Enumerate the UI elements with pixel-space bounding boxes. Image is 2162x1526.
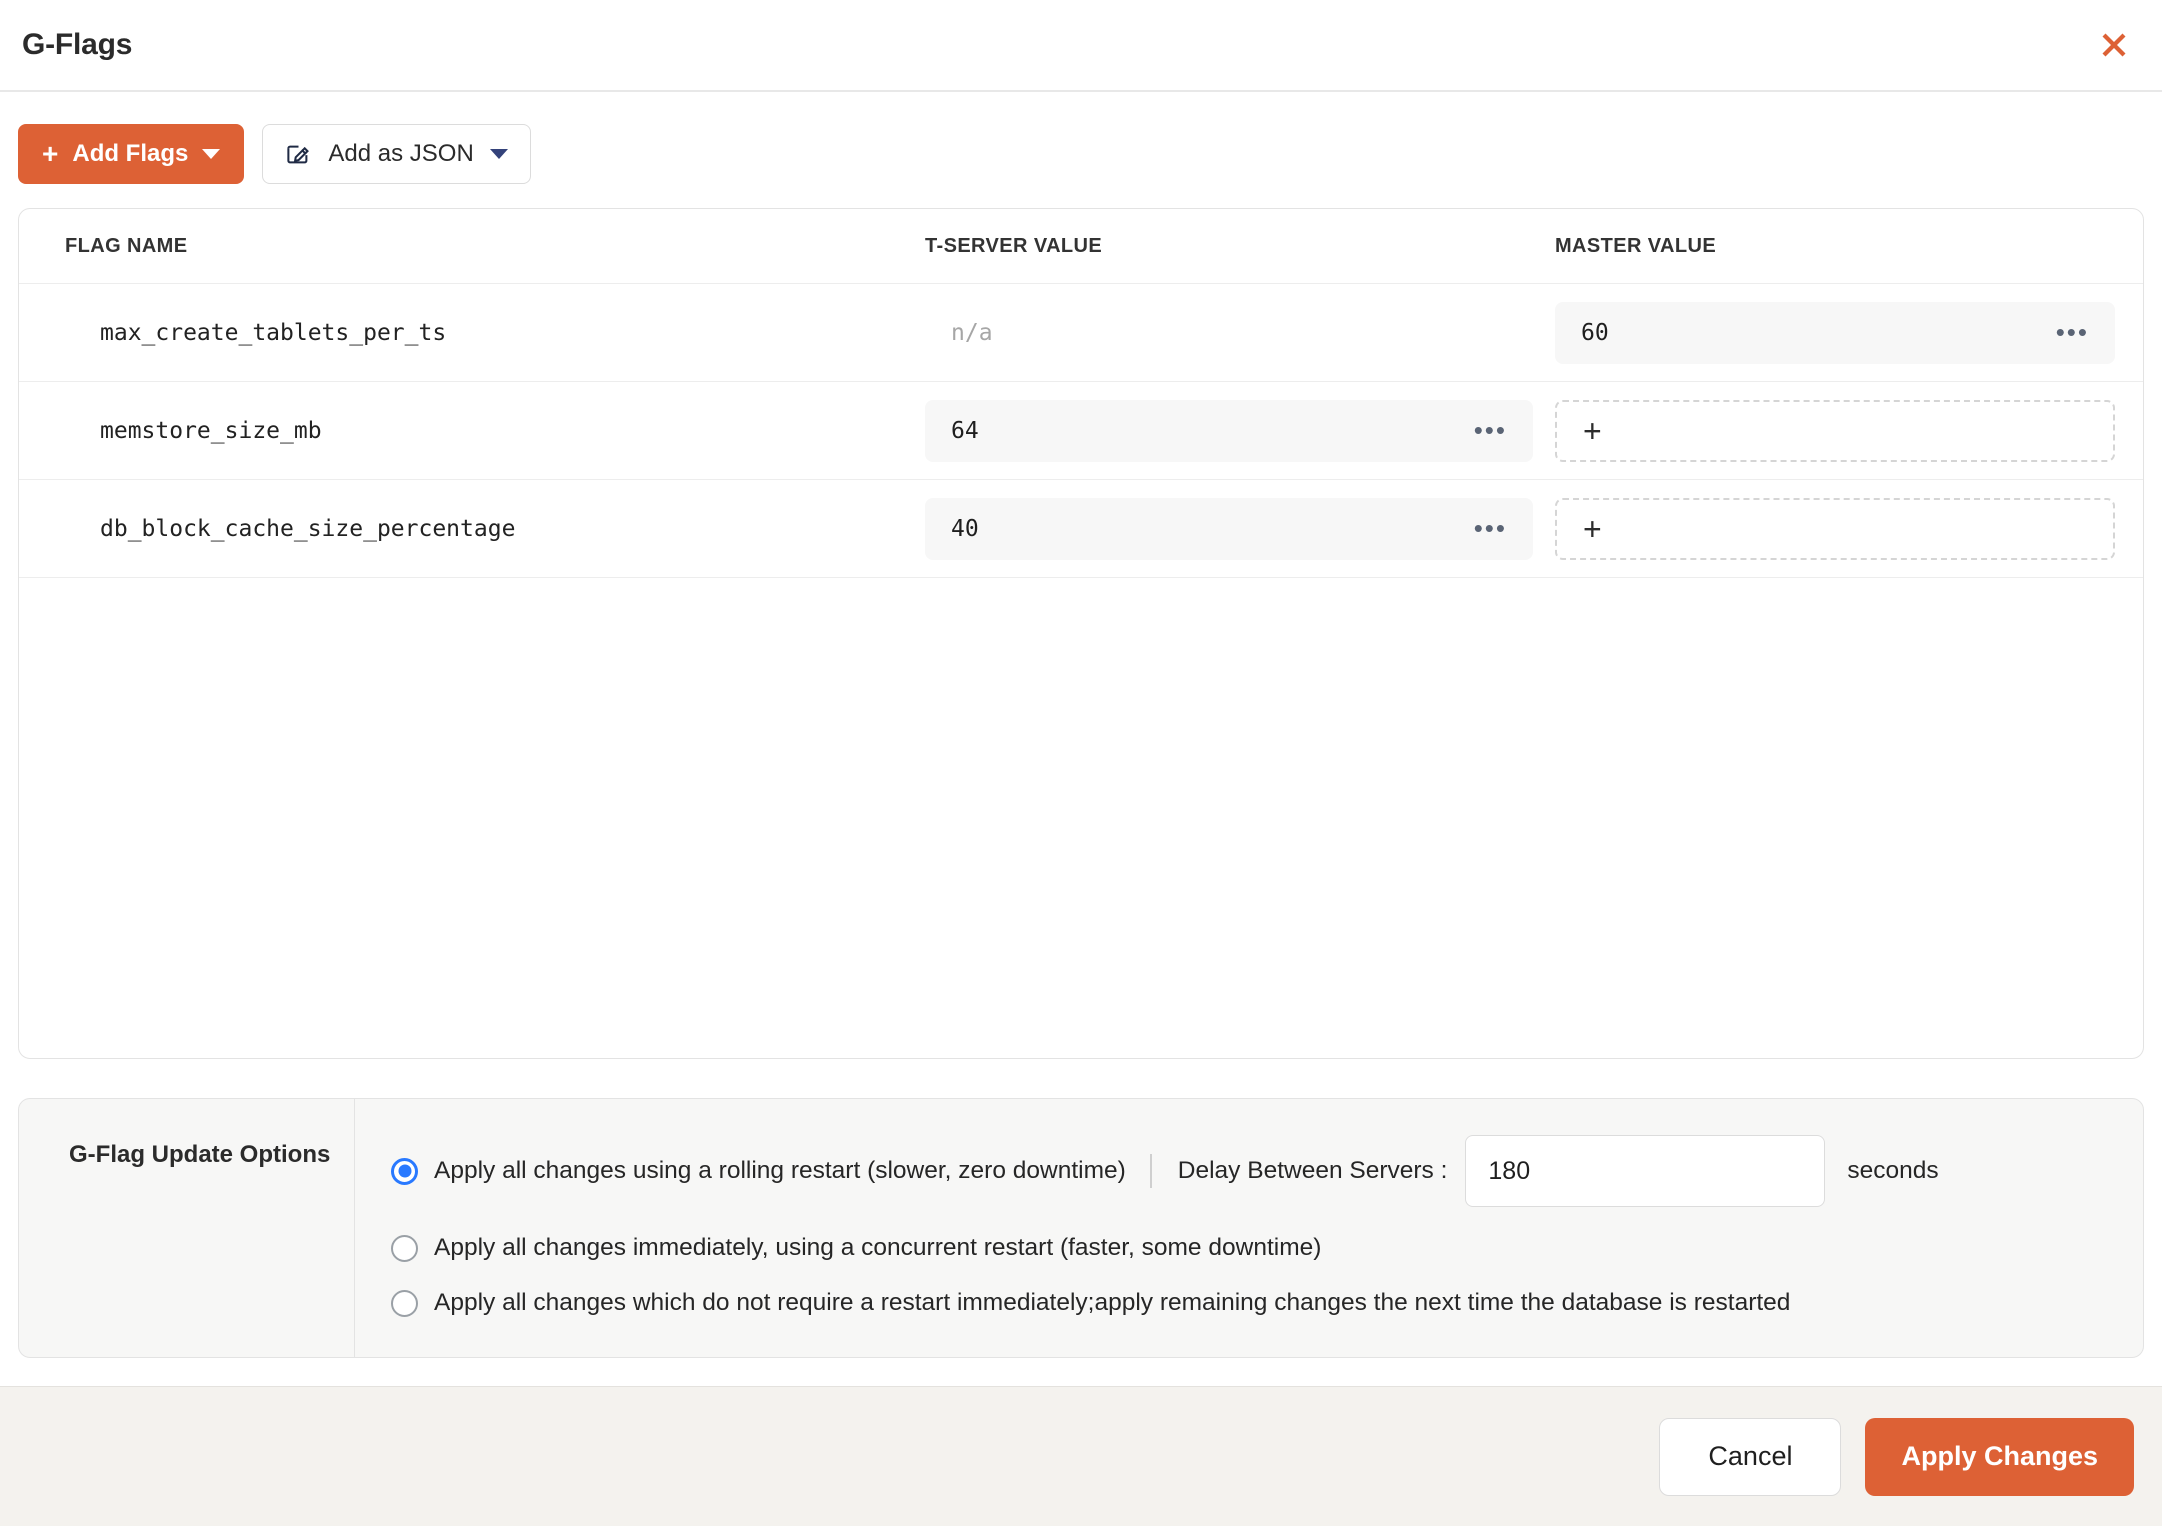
ellipsis-icon[interactable]: •••: [1474, 417, 1507, 442]
apply-changes-button[interactable]: Apply Changes: [1865, 1417, 2134, 1496]
ellipsis-icon[interactable]: •••: [1474, 515, 1507, 540]
ellipsis-icon[interactable]: •••: [2056, 319, 2089, 344]
column-header-master-value: MASTER VALUE: [1555, 234, 1717, 257]
add-as-json-label: Add as JSON: [328, 140, 474, 167]
edit-pencil-icon: [285, 141, 312, 168]
gflags-modal: G-Flags + Add Flags Add as JSON FLAG NAM…: [0, 0, 2162, 1526]
table-row: db_block_cache_size_percentage 40 ••• +: [19, 480, 2143, 578]
cancel-button[interactable]: Cancel: [1659, 1417, 1842, 1496]
tserver-value-na: n/a: [951, 319, 993, 346]
radio-label-concurrent-restart[interactable]: Apply all changes immediately, using a c…: [434, 1234, 1321, 1262]
add-flags-label: Add Flags: [72, 140, 189, 167]
add-master-value-button[interactable]: +: [1555, 399, 2115, 462]
column-header-flag-name: FLAG NAME: [65, 234, 188, 257]
divider: [1149, 1154, 1152, 1188]
master-value-box[interactable]: 60 •••: [1555, 301, 2115, 364]
table-row: memstore_size_mb 64 ••• +: [19, 382, 2143, 480]
tserver-value-cell: 40 •••: [925, 497, 1555, 560]
radio-row-rolling-restart: Apply all changes using a rolling restar…: [391, 1135, 2103, 1207]
radio-rolling-restart[interactable]: [391, 1157, 418, 1185]
add-flags-button[interactable]: + Add Flags: [18, 124, 245, 184]
gflag-update-options: G-Flag Update Options Apply all changes …: [18, 1098, 2144, 1358]
modal-footer: Cancel Apply Changes: [0, 1386, 2162, 1526]
radio-row-concurrent-restart: Apply all changes immediately, using a c…: [391, 1234, 2103, 1262]
options-section-label: G-Flag Update Options: [69, 1141, 331, 1168]
toolbar: + Add Flags Add as JSON: [18, 92, 2144, 208]
radio-concurrent-restart[interactable]: [391, 1234, 418, 1262]
table-row: max_create_tablets_per_ts n/a 60 •••: [19, 284, 2143, 382]
flag-name-cell: memstore_size_mb: [100, 417, 322, 444]
delay-between-servers-label: Delay Between Servers :: [1177, 1157, 1448, 1184]
close-x-icon: [2097, 28, 2131, 62]
flag-name-cell: max_create_tablets_per_ts: [100, 319, 447, 346]
add-as-json-button[interactable]: Add as JSON: [262, 124, 531, 184]
radio-label-rolling-restart[interactable]: Apply all changes using a rolling restar…: [434, 1157, 1126, 1185]
tserver-value-box[interactable]: 40 •••: [925, 497, 1533, 560]
modal-body: + Add Flags Add as JSON FLAG NAME T-SERV…: [0, 92, 2162, 1386]
master-value-text: 60: [1581, 319, 1609, 346]
radio-no-restart[interactable]: [391, 1289, 418, 1317]
options-body: Apply all changes using a rolling restar…: [355, 1099, 2143, 1357]
column-header-tserver-value: T-SERVER VALUE: [925, 234, 1103, 257]
tserver-value-cell: 64 •••: [925, 399, 1555, 462]
radio-label-no-restart[interactable]: Apply all changes which do not require a…: [434, 1289, 1790, 1317]
plus-icon: +: [1583, 510, 1602, 547]
delay-units-label: seconds: [1847, 1157, 1939, 1184]
tserver-value-text: 40: [951, 515, 979, 542]
table-header-row: FLAG NAME T-SERVER VALUE MASTER VALUE: [19, 209, 2143, 284]
master-value-cell: +: [1555, 497, 2143, 560]
radio-row-no-restart: Apply all changes which do not require a…: [391, 1289, 2103, 1317]
delay-between-servers-input[interactable]: [1465, 1135, 1826, 1207]
tserver-value-text: 64: [951, 417, 979, 444]
plus-icon: +: [1583, 412, 1602, 449]
plus-icon: +: [42, 138, 59, 169]
master-value-cell: +: [1555, 399, 2143, 462]
close-button[interactable]: [2092, 23, 2136, 67]
options-label-column: G-Flag Update Options: [19, 1099, 355, 1357]
flags-table: FLAG NAME T-SERVER VALUE MASTER VALUE ma…: [18, 208, 2144, 1059]
page-title: G-Flags: [22, 28, 133, 61]
modal-header: G-Flags: [0, 0, 2162, 92]
chevron-down-icon: [489, 149, 508, 159]
master-value-cell: 60 •••: [1555, 301, 2143, 364]
chevron-down-icon: [202, 149, 221, 159]
tserver-value-cell: n/a: [925, 320, 1555, 346]
flag-name-cell: db_block_cache_size_percentage: [100, 515, 516, 542]
table-body: max_create_tablets_per_ts n/a 60 ••• mem…: [19, 284, 2143, 1058]
add-master-value-button[interactable]: +: [1555, 497, 2115, 560]
tserver-value-box[interactable]: 64 •••: [925, 399, 1533, 462]
